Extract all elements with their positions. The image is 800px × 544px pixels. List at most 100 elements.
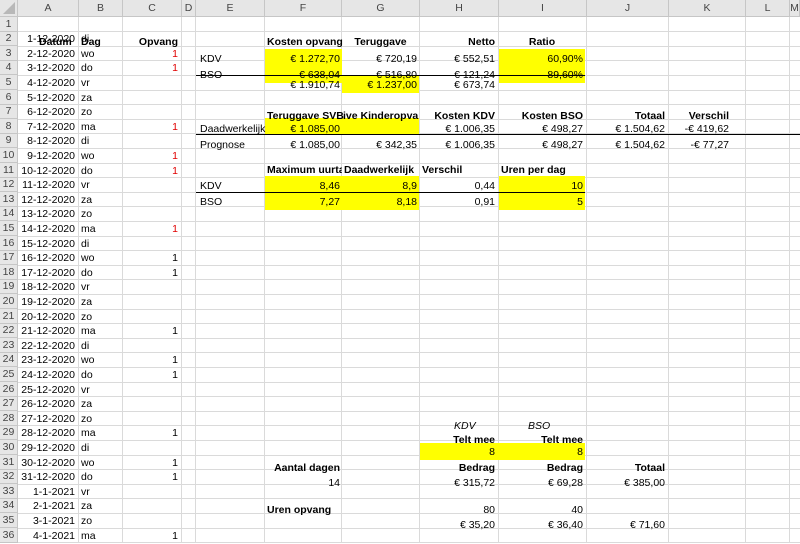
row-header[interactable]: 19 [0, 279, 18, 295]
costs-total-kosten[interactable]: € 1.910,74 [265, 77, 342, 93]
datum-cell[interactable]: 1-12-2020 [18, 31, 77, 47]
row-header[interactable]: 23 [0, 338, 18, 353]
column-header-a[interactable]: A [18, 0, 79, 17]
datum-cell[interactable]: 2-1-2021 [18, 498, 77, 514]
opvang-cell[interactable] [123, 294, 180, 310]
bedrag-bso-header[interactable]: Bedrag [499, 460, 585, 476]
hours-kdv-maximum[interactable]: 8,46 [265, 178, 342, 194]
svb-daad-svb[interactable]: € 1.085,00 [265, 121, 342, 137]
dag-cell[interactable]: za [79, 396, 119, 412]
datum-cell[interactable]: 10-12-2020 [18, 163, 77, 179]
dag-cell[interactable]: wo [79, 352, 119, 368]
costs-kdv-kosten[interactable]: € 1.272,70 [265, 51, 342, 67]
row-header[interactable]: 35 [0, 513, 18, 528]
opvang-cell[interactable]: 1 [123, 265, 180, 281]
opvang-cell[interactable] [123, 31, 180, 47]
row-header[interactable]: 33 [0, 484, 18, 499]
datum-cell[interactable]: 4-12-2020 [18, 75, 77, 91]
costs-header-ratio[interactable]: Ratio [499, 34, 585, 50]
dag-cell[interactable]: wo [79, 250, 119, 266]
dag-cell[interactable]: wo [79, 455, 119, 471]
opvang-cell[interactable] [123, 498, 180, 514]
dag-cell[interactable]: zo [79, 104, 119, 120]
datum-cell[interactable]: 2-12-2020 [18, 46, 77, 62]
datum-cell[interactable]: 8-12-2020 [18, 133, 77, 149]
costs-header-netto[interactable]: Netto [420, 34, 497, 50]
bedrag-bso[interactable]: € 69,28 [499, 475, 585, 491]
dag-cell[interactable]: do [79, 367, 119, 383]
row-header[interactable]: 11 [0, 163, 18, 178]
svb-prognose-label[interactable]: Prognose [198, 137, 265, 153]
dag-cell[interactable]: di [79, 236, 119, 252]
datum-cell[interactable]: 14-12-2020 [18, 221, 77, 237]
svb-prognose-kinderopvang[interactable]: € 342,35 [342, 137, 419, 153]
opvang-cell[interactable]: 1 [123, 323, 180, 339]
svb-prognose-totaal[interactable]: € 1.504,62 [587, 137, 667, 153]
row-header[interactable]: 34 [0, 498, 18, 514]
svb-daad-kinderopvang[interactable] [342, 121, 419, 137]
column-header-k[interactable]: K [669, 0, 746, 17]
row-header[interactable]: 13 [0, 192, 18, 207]
svb-prognose-kosten-bso[interactable]: € 498,27 [499, 137, 585, 153]
datum-cell[interactable]: 1-1-2021 [18, 484, 77, 500]
svb-daad-verschil[interactable]: -€ 419,62 [669, 121, 731, 137]
datum-cell[interactable]: 15-12-2020 [18, 236, 77, 252]
datum-cell[interactable]: 27-12-2020 [18, 411, 77, 427]
column-header-i[interactable]: I [499, 0, 587, 17]
row-header[interactable]: 16 [0, 236, 18, 251]
row-header[interactable]: 22 [0, 323, 18, 339]
dag-cell[interactable]: di [79, 133, 119, 149]
svb-prognose-verschil[interactable]: -€ 77,27 [669, 137, 731, 153]
opvang-cell[interactable]: 1 [123, 469, 180, 485]
costs-total-teruggave[interactable]: € 1.237,00 [342, 77, 419, 93]
uren-bedrag-kdv[interactable]: € 35,20 [420, 517, 497, 533]
opvang-cell[interactable] [123, 236, 180, 252]
dag-cell[interactable]: za [79, 90, 119, 106]
svb-daad-totaal[interactable]: € 1.504,62 [587, 121, 667, 137]
uren-bso[interactable]: 40 [499, 502, 585, 518]
opvang-cell[interactable] [123, 440, 180, 456]
row-header[interactable]: 36 [0, 528, 18, 543]
dag-cell[interactable]: vr [79, 75, 119, 91]
row-header[interactable]: 6 [0, 90, 18, 105]
dag-cell[interactable]: ma [79, 323, 119, 339]
opvang-cell[interactable] [123, 90, 180, 106]
bedrag-kdv-header[interactable]: Bedrag [420, 460, 497, 476]
datum-cell[interactable]: 24-12-2020 [18, 367, 77, 383]
opvang-cell[interactable]: 1 [123, 455, 180, 471]
dag-cell[interactable]: di [79, 338, 119, 354]
dag-cell[interactable]: zo [79, 309, 119, 325]
row-header[interactable]: 25 [0, 367, 18, 382]
opvang-cell[interactable] [123, 104, 180, 120]
column-header-h[interactable]: H [420, 0, 499, 17]
opvang-cell[interactable]: 1 [123, 163, 180, 179]
datum-cell[interactable]: 29-12-2020 [18, 440, 77, 456]
hours-kdv-uren[interactable]: 10 [499, 178, 585, 194]
column-header-d[interactable]: D [182, 0, 196, 17]
row-header[interactable]: 8 [0, 119, 18, 134]
column-header-g[interactable]: G [342, 0, 420, 17]
costs-kdv-ratio[interactable]: 60,90% [499, 51, 585, 67]
row-header[interactable]: 18 [0, 265, 18, 280]
opvang-cell[interactable]: 1 [123, 352, 180, 368]
svb-prognose-kosten-kdv[interactable]: € 1.006,35 [420, 137, 497, 153]
aantal-dagen-label[interactable]: Aantal dagen [265, 460, 342, 476]
hours-kdv-label[interactable]: KDV [198, 178, 258, 194]
datum-cell[interactable]: 26-12-2020 [18, 396, 77, 412]
datum-cell[interactable]: 3-1-2021 [18, 513, 77, 529]
opvang-cell[interactable] [123, 484, 180, 500]
bedrag-totaal[interactable]: € 385,00 [587, 475, 667, 491]
costs-header-teruggave[interactable]: Teruggave [342, 34, 419, 50]
datum-cell[interactable]: 30-12-2020 [18, 455, 77, 471]
costs-kdv-teruggave[interactable]: € 720,19 [342, 51, 419, 67]
row-header[interactable]: 3 [0, 46, 18, 61]
bedrag-kdv[interactable]: € 315,72 [420, 475, 497, 491]
hours-bso-maximum[interactable]: 7,27 [265, 194, 342, 210]
dag-cell[interactable]: zo [79, 411, 119, 427]
dag-cell[interactable]: vr [79, 279, 119, 295]
hours-bso-verschil[interactable]: 0,91 [420, 194, 497, 210]
datum-cell[interactable]: 6-12-2020 [18, 104, 77, 120]
datum-cell[interactable]: 19-12-2020 [18, 294, 77, 310]
dag-cell[interactable]: vr [79, 484, 119, 500]
datum-cell[interactable]: 7-12-2020 [18, 119, 77, 135]
